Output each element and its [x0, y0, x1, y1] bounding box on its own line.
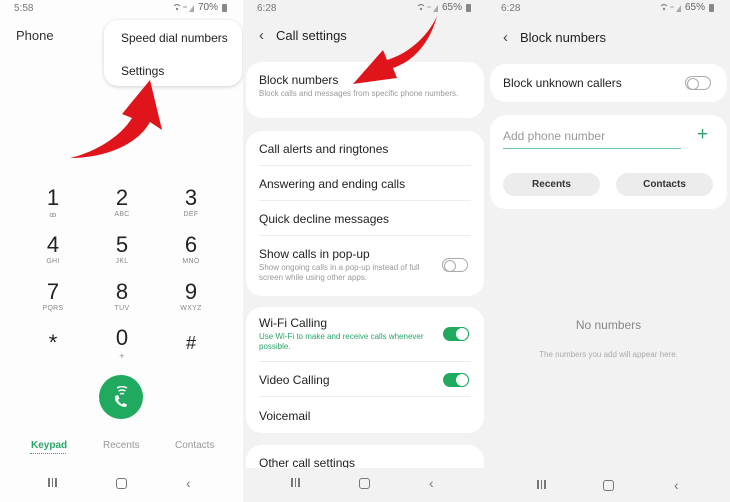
signal-icon — [417, 3, 439, 12]
back-arrow-icon[interactable]: ‹ — [259, 27, 264, 44]
setting-wifi-calling[interactable]: Wi-Fi Calling Use Wi-Fi to make and rece… — [259, 316, 434, 352]
key-2[interactable]: 2 ABC — [92, 186, 152, 219]
battery-percent: 65% — [684, 2, 705, 13]
empty-state-title: No numbers — [575, 318, 642, 332]
red-arrow-annotation — [70, 80, 162, 158]
battery-percent: 65% — [441, 2, 462, 13]
block-numbers-card[interactable]: Block numbers Block calls and messages f… — [246, 62, 484, 118]
divider — [259, 396, 471, 397]
video-calling-toggle[interactable] — [443, 373, 469, 387]
back-arrow-icon[interactable]: ‹ — [503, 29, 508, 46]
tab-keypad[interactable]: Keypad — [31, 440, 67, 451]
setting-call-alerts[interactable]: Call alerts and ringtones — [259, 142, 471, 156]
key-4[interactable]: 4 GHI — [23, 233, 83, 266]
key-0[interactable]: 0 + — [92, 326, 152, 362]
setting-voicemail[interactable]: Voicemail — [259, 409, 471, 423]
back-icon[interactable]: ‹ — [186, 475, 191, 491]
key-6[interactable]: 6 MNO — [161, 233, 221, 266]
key-8[interactable]: 8 TUV — [92, 280, 152, 313]
system-nav-bar: ‹ — [487, 474, 730, 494]
input-underline — [503, 148, 681, 149]
status-time: 5:58 — [14, 3, 34, 14]
recent-apps-icon[interactable] — [537, 480, 546, 489]
status-bar: 6:28 65% — [243, 0, 487, 18]
battery-icon — [222, 3, 227, 12]
battery-icon — [466, 3, 471, 12]
back-icon[interactable]: ‹ — [674, 477, 679, 493]
system-nav-bar: ‹ — [243, 468, 487, 502]
tab-recents[interactable]: Recents — [103, 440, 140, 451]
home-icon[interactable] — [359, 478, 370, 489]
call-button[interactable] — [99, 375, 143, 419]
setting-block-unknown-callers[interactable]: Block unknown callers — [503, 76, 714, 90]
key-hash[interactable]: # — [161, 331, 221, 355]
show-calls-popup-toggle[interactable] — [442, 258, 468, 272]
voicemail-icon: ꝏ — [49, 212, 57, 219]
block-unknown-card: Block unknown callers — [490, 64, 727, 102]
divider — [259, 235, 471, 236]
call-settings-panel: 6:28 65% ‹ Call settings Block numbers B… — [243, 0, 487, 502]
home-icon[interactable] — [603, 480, 614, 491]
battery-percent: 70% — [197, 2, 218, 13]
home-icon[interactable] — [116, 478, 127, 489]
key-9[interactable]: 9 WXYZ — [161, 280, 221, 313]
block-unknown-toggle[interactable] — [685, 76, 711, 90]
page-title: Block numbers — [520, 30, 606, 45]
active-tab-indicator — [30, 453, 66, 454]
recents-button[interactable]: Recents — [503, 173, 600, 196]
status-time: 6:28 — [501, 3, 521, 14]
settings-group-1: Call alerts and ringtones Answering and … — [246, 131, 484, 296]
menu-item-speed-dial[interactable]: Speed dial numbers — [121, 31, 228, 45]
battery-icon — [709, 3, 714, 12]
divider — [259, 361, 471, 362]
key-star[interactable]: * — [23, 331, 83, 355]
add-number-card: Add phone number + Recents Contacts — [490, 115, 727, 209]
page-header: ‹ Block numbers — [503, 29, 606, 46]
empty-state-subtitle: The numbers you add will appear here. — [539, 350, 678, 359]
phone-dialer-panel: 5:58 70% Phone Speed dial numbers Settin… — [0, 0, 243, 502]
key-1[interactable]: 1ꝏ — [23, 186, 83, 220]
divider — [259, 165, 471, 166]
recent-apps-icon[interactable] — [48, 478, 57, 487]
page-title: Call settings — [276, 28, 347, 43]
tab-contacts[interactable]: Contacts — [175, 440, 214, 451]
status-time: 6:28 — [257, 3, 277, 14]
signal-icon — [660, 3, 682, 12]
setting-video-calling[interactable]: Video Calling — [259, 373, 471, 387]
key-5[interactable]: 5 JKL — [92, 233, 152, 266]
divider — [259, 200, 471, 201]
status-bar: 5:58 70% — [0, 0, 243, 18]
wifi-call-icon — [115, 386, 128, 407]
settings-group-2: Wi-Fi Calling Use Wi-Fi to make and rece… — [246, 307, 484, 433]
setting-show-calls-popup[interactable]: Show calls in pop-up Show ongoing calls … — [259, 247, 434, 283]
setting-block-numbers[interactable]: Block numbers Block calls and messages f… — [259, 73, 471, 99]
add-plus-icon[interactable]: + — [697, 124, 708, 146]
back-icon[interactable]: ‹ — [429, 475, 434, 491]
system-nav-bar: ‹ — [0, 474, 243, 494]
status-bar: 6:28 65% — [487, 0, 730, 18]
setting-answering-ending[interactable]: Answering and ending calls — [259, 177, 471, 191]
wifi-calling-toggle[interactable] — [443, 327, 469, 341]
setting-quick-decline[interactable]: Quick decline messages — [259, 212, 471, 226]
recent-apps-icon[interactable] — [291, 478, 300, 487]
key-3[interactable]: 3 DEF — [161, 186, 221, 219]
signal-icon — [173, 3, 195, 12]
overflow-menu: Speed dial numbers Settings — [104, 20, 242, 86]
add-phone-number-input[interactable]: Add phone number — [503, 129, 605, 143]
page-header: ‹ Call settings — [259, 27, 347, 44]
contacts-button[interactable]: Contacts — [616, 173, 713, 196]
key-7[interactable]: 7 PQRS — [23, 280, 83, 313]
block-numbers-panel: 6:28 65% ‹ Block numbers Block unknown c… — [487, 0, 730, 502]
app-title: Phone — [16, 28, 54, 43]
menu-item-settings[interactable]: Settings — [121, 64, 164, 78]
